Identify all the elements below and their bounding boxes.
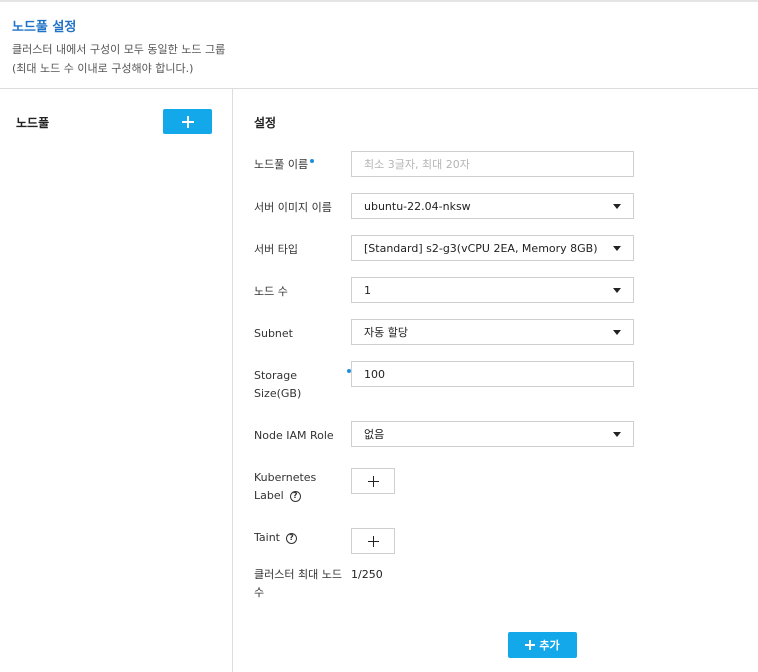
add-nodepool-button[interactable] (163, 109, 212, 134)
iam-role-value: 없음 (364, 428, 385, 441)
page-title: 노드풀 설정 (12, 20, 77, 35)
server-image-label: 서버 이미지 이름 (254, 201, 332, 214)
page-header: 노드풀 설정 클러스터 내에서 구성이 모두 동일한 노드 그룹 (최대 노드 … (0, 2, 758, 89)
page-description-line1: 클러스터 내에서 구성이 모두 동일한 노드 그룹 (12, 43, 226, 56)
caret-down-icon (613, 330, 621, 335)
nodepool-list-title: 노드풀 (16, 116, 50, 130)
max-nodes-label-line1: 클러스터 최대 노드 (254, 568, 342, 581)
caret-down-icon (613, 288, 621, 293)
caret-down-icon (613, 246, 621, 251)
iam-role-label: Node IAM Role (254, 429, 334, 442)
max-nodes-label-line2: 수 (254, 586, 265, 599)
server-image-value: ubuntu-22.04-nksw (364, 199, 471, 213)
page-description-line2: (최대 노드 수 이내로 구성해야 합니다.) (12, 62, 194, 75)
server-type-label: 서버 타입 (254, 243, 298, 256)
help-icon[interactable]: ? (285, 532, 297, 544)
k8s-label-label: Kubernetes Label? (254, 469, 316, 505)
add-button-label: 추가 (539, 639, 560, 652)
storage-size-label-line2: Size(GB) (254, 387, 302, 400)
plus-icon (367, 475, 379, 487)
taint-label: Taint? (254, 529, 297, 547)
server-type-select[interactable]: [Standard] s2-g3(vCPU 2EA, Memory 8GB) (351, 235, 634, 261)
server-type-value: [Standard] s2-g3(vCPU 2EA, Memory 8GB) (364, 241, 598, 255)
node-count-label: 노드 수 (254, 285, 288, 298)
max-nodes-label: 클러스터 최대 노드 수 (254, 566, 342, 602)
caret-down-icon (613, 432, 621, 437)
nodepool-name-label-text: 노드풀 이름 (254, 158, 309, 171)
add-button[interactable]: 추가 (508, 632, 577, 658)
nodepool-name-field (351, 151, 634, 177)
taint-label-text: Taint (254, 531, 280, 544)
caret-down-icon (613, 204, 621, 209)
iam-role-select[interactable]: 없음 (351, 421, 634, 447)
subnet-label: Subnet (254, 327, 293, 340)
help-icon[interactable]: ? (289, 490, 301, 502)
k8s-label-label-line1: Kubernetes (254, 471, 317, 484)
max-nodes-value: 1/250 (351, 568, 383, 581)
nodepool-list-panel: 노드풀 (0, 89, 233, 672)
nodepool-name-input[interactable] (364, 157, 633, 171)
storage-size-field (351, 361, 634, 387)
node-count-value: 1 (364, 283, 371, 297)
plus-icon (525, 640, 536, 650)
plus-icon (367, 535, 379, 547)
server-image-select[interactable]: ubuntu-22.04-nksw (351, 193, 634, 219)
page-description: 클러스터 내에서 구성이 모두 동일한 노드 그룹 (최대 노드 수 이내로 구… (12, 40, 225, 78)
plus-icon (181, 115, 194, 128)
storage-size-label: Storage Size(GB) (254, 367, 301, 403)
storage-size-label-line1: Storage (254, 369, 298, 382)
required-indicator (310, 159, 315, 163)
subnet-value: 자동 할당 (364, 326, 408, 339)
settings-panel: 설정 노드풀 이름 서버 이미지 이름 ubuntu-22.04-nksw 서버… (234, 89, 758, 672)
k8s-label-label-line2: Label (254, 489, 284, 502)
add-taint-button[interactable] (351, 528, 395, 554)
k8s-label-label-line2-wrap: Label? (254, 487, 316, 505)
node-count-select[interactable]: 1 (351, 277, 634, 303)
settings-title: 설정 (254, 116, 277, 130)
subnet-select[interactable]: 자동 할당 (351, 319, 634, 345)
add-k8s-label-button[interactable] (351, 468, 395, 494)
storage-size-input[interactable] (364, 367, 633, 381)
nodepool-name-label: 노드풀 이름 (254, 156, 315, 174)
